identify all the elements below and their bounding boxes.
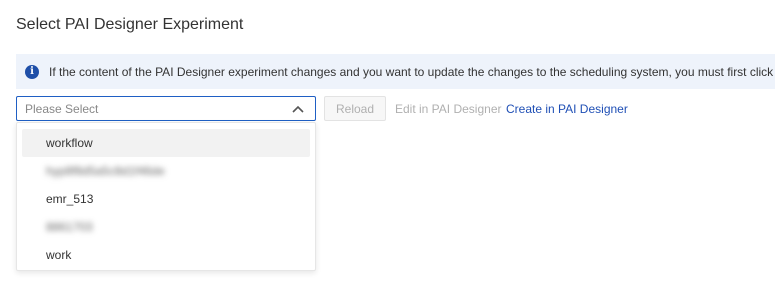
edit-in-pai-designer-link[interactable]: Edit in PAI Designer <box>395 102 502 116</box>
info-notice: i If the content of the PAI Designer exp… <box>16 54 775 89</box>
notice-text: If the content of the PAI Designer exper… <box>49 64 774 79</box>
select-placeholder: Please Select <box>25 101 99 116</box>
dropdown-option[interactable]: work <box>22 241 310 269</box>
chevron-up-icon[interactable] <box>291 102 305 116</box>
experiment-selector-page: Select PAI Designer Experiment i If the … <box>0 0 775 294</box>
dropdown-option[interactable]: workflow <box>22 129 310 157</box>
experiment-select[interactable]: Please Select <box>16 96 316 121</box>
dropdown-option[interactable]: 8861703 <box>22 213 310 241</box>
page-title: Select PAI Designer Experiment <box>16 16 244 33</box>
dropdown-option-label: 8861703 <box>46 220 93 234</box>
dropdown-option-label: hyp8f8d5a5c8d1f46de <box>46 164 165 178</box>
reload-button[interactable]: Reload <box>324 96 386 121</box>
select-dropdown: workflow hyp8f8d5a5c8d1f46de emr_513 886… <box>16 122 316 271</box>
dropdown-option[interactable]: emr_513 <box>22 185 310 213</box>
info-icon: i <box>25 64 39 79</box>
create-in-pai-designer-link[interactable]: Create in PAI Designer <box>506 102 628 116</box>
dropdown-option[interactable]: hyp8f8d5a5c8d1f46de <box>22 157 310 185</box>
